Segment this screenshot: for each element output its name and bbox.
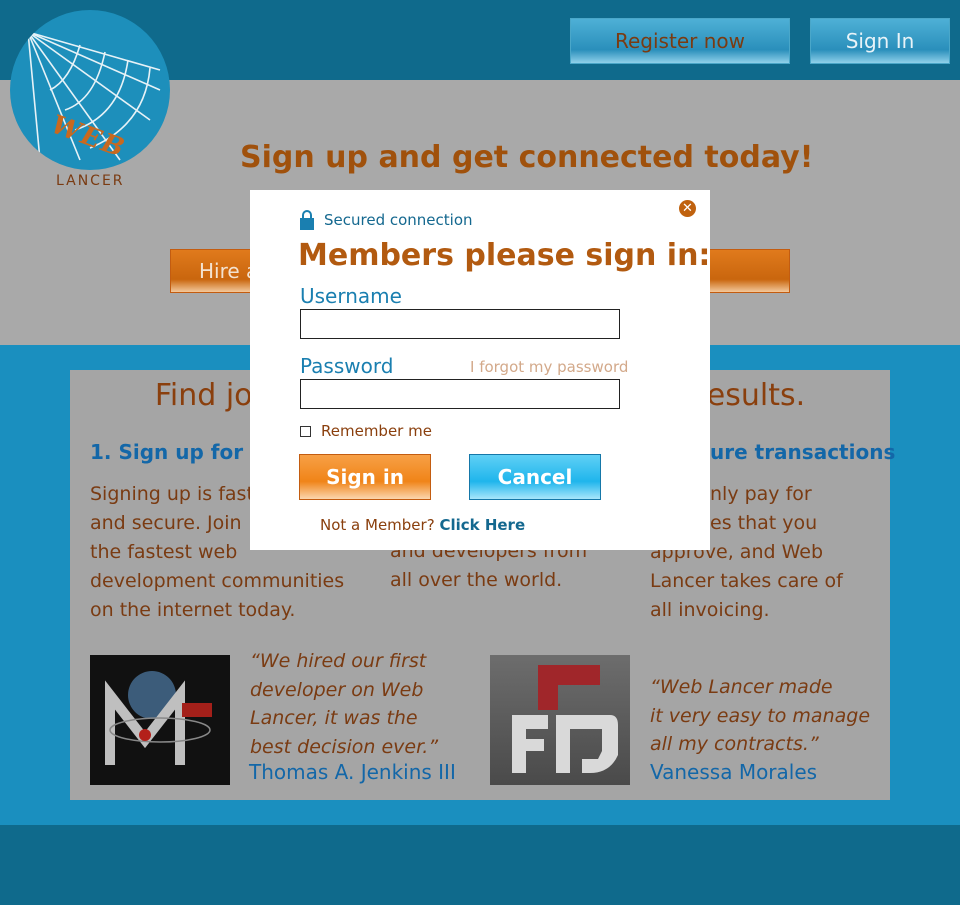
testimonial-quote-2: “Web Lancer made it very easy to manage … (650, 673, 870, 759)
secured-connection: Secured connection (300, 210, 473, 230)
modal-title: Members please sign in: (298, 238, 711, 273)
secured-connection-text: Secured connection (324, 211, 473, 229)
footer-bar (0, 825, 960, 905)
not-member-text: Not a Member? (320, 516, 435, 534)
records-logo-icon (105, 671, 212, 765)
password-field[interactable] (300, 379, 620, 409)
quote-line: Lancer, it was the (250, 707, 418, 729)
register-now-button[interactable]: Register now (570, 18, 790, 64)
close-icon[interactable]: ✕ (679, 200, 696, 217)
lock-icon (300, 210, 314, 230)
testimonial-author-2: Vanessa Morales (650, 760, 818, 784)
cffp-logo (490, 655, 630, 785)
click-here-link[interactable]: Click Here (439, 516, 525, 534)
text-line: es that you (710, 512, 818, 534)
remember-me-checkbox[interactable] (300, 425, 311, 437)
text-line: on the internet today. (90, 599, 296, 621)
quote-line: “Web Lancer made (650, 676, 833, 698)
quote-line: best decision ever.” (250, 735, 439, 758)
testimonial-quote-1: “We hired our first developer on Web Lan… (250, 647, 438, 761)
forgot-password-link[interactable]: I forgot my password (470, 358, 628, 376)
username-field[interactable] (300, 309, 620, 339)
mind-conscious-records-logo (90, 655, 230, 785)
text-line: nly pay for (710, 483, 812, 505)
modal-sign-in-button[interactable]: Sign in (299, 454, 431, 500)
text-line: all over the world. (390, 569, 563, 591)
sign-in-button[interactable]: Sign In (810, 18, 950, 64)
text-line: all invoicing. (650, 599, 770, 621)
quote-line: all my contracts.” (650, 733, 819, 755)
quote-line: “We hired our first (250, 650, 427, 672)
sign-in-modal: Secured connection ✕ Members please sign… (250, 190, 710, 550)
quote-line: developer on Web (250, 678, 424, 701)
web-lancer-logo[interactable]: WEB (10, 10, 170, 170)
column-heading-transactions: ure transactions (710, 440, 896, 464)
remember-me-option[interactable]: Remember me (300, 422, 432, 440)
column-text-transactions: nly pay for es that you approve, and Web… (650, 480, 960, 625)
username-label: Username (300, 284, 402, 308)
text-line: development communities (90, 570, 345, 592)
remember-me-label: Remember me (321, 422, 432, 440)
quote-line: it very easy to manage (650, 704, 871, 727)
testimonial-author-1: Thomas A. Jenkins III (249, 760, 456, 784)
password-label: Password (300, 354, 394, 378)
logo-subtitle: LANCER (56, 173, 125, 189)
not-member-prompt: Not a Member? Click Here (320, 516, 525, 534)
text-line: Lancer takes care of (650, 570, 843, 592)
modal-cancel-button[interactable]: Cancel (469, 454, 601, 500)
cffp-logo-icon (512, 665, 618, 773)
hero-title: Sign up and get connected today! (240, 140, 814, 175)
